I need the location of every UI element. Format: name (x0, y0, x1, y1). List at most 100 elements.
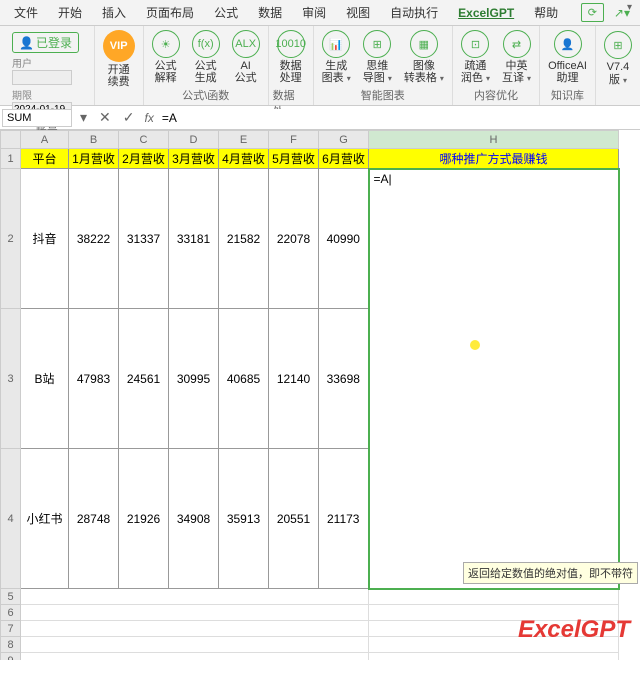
menu-auto[interactable]: 自动执行 (380, 0, 448, 25)
spreadsheet[interactable]: A B C D E F G H 1 平台 1月营收 2月营收 3月营收 4月营收… (0, 130, 640, 660)
row-9[interactable]: 9 (1, 653, 21, 661)
row-2[interactable]: 2 (1, 169, 21, 309)
cell[interactable]: 22078 (269, 169, 319, 309)
cell[interactable] (369, 589, 619, 605)
cancel-button[interactable]: ✕ (93, 109, 117, 126)
cell[interactable]: 34908 (169, 449, 219, 589)
row-5[interactable]: 5 (1, 589, 21, 605)
menu-home[interactable]: 开始 (48, 0, 92, 25)
share-icon: ↗ (614, 6, 624, 20)
ribbon-button[interactable]: ▦图像 转表格 ▾ (400, 28, 448, 86)
active-cell[interactable]: =A| (369, 169, 619, 589)
col-H[interactable]: H (369, 131, 619, 149)
cell[interactable]: B站 (21, 309, 69, 449)
menu-formula[interactable]: 公式 (204, 0, 248, 25)
cell[interactable]: 35913 (219, 449, 269, 589)
menu-bar: 文件 开始 插入 页面布局 公式 数据 审阅 视图 自动执行 ExcelGPT … (0, 0, 640, 26)
col-G[interactable]: G (319, 131, 369, 149)
col-E[interactable]: E (219, 131, 269, 149)
cell[interactable]: 21926 (119, 449, 169, 589)
cell[interactable]: 30995 (169, 309, 219, 449)
row-6[interactable]: 6 (1, 605, 21, 621)
menu-data[interactable]: 数据 (248, 0, 292, 25)
user-input[interactable] (12, 70, 72, 85)
cell[interactable]: 21582 (219, 169, 269, 309)
col-C[interactable]: C (119, 131, 169, 149)
cell[interactable]: 21173 (319, 449, 369, 589)
ribbon-button[interactable]: ⊞V7.4 版 ▾ (600, 29, 636, 87)
user-label: 用户 (12, 59, 32, 70)
cell[interactable]: 31337 (119, 169, 169, 309)
cell[interactable]: 33698 (319, 309, 369, 449)
row-4[interactable]: 4 (1, 449, 21, 589)
col-A[interactable]: A (21, 131, 69, 149)
menu-insert[interactable]: 插入 (92, 0, 136, 25)
cell[interactable]: 28748 (69, 449, 119, 589)
ribbon-button[interactable]: 10010数据 处理 (273, 28, 309, 86)
corner-cell[interactable] (1, 131, 21, 149)
cell[interactable]: 40990 (319, 169, 369, 309)
row-3[interactable]: 3 (1, 309, 21, 449)
ribbon-icon: ⇄ (503, 30, 531, 58)
menu-help[interactable]: 帮助 (524, 0, 568, 25)
name-box[interactable] (2, 109, 72, 127)
ribbon-button[interactable]: ☀公式 解释 (148, 28, 184, 86)
menu-review[interactable]: 审阅 (292, 0, 336, 25)
ribbon-icon: ⊞ (363, 30, 391, 58)
col-D[interactable]: D (169, 131, 219, 149)
group-smart: 智能图表 (361, 86, 405, 104)
row-7[interactable]: 7 (1, 621, 21, 637)
cell[interactable]: 4月营收 (219, 149, 269, 169)
ribbon-button[interactable]: 📊生成 图表 ▾ (318, 28, 355, 86)
group-know: 知识库 (551, 86, 584, 104)
login-status[interactable]: 👤已登录 (12, 32, 79, 53)
ribbon-icon: ▦ (410, 30, 438, 58)
col-F[interactable]: F (269, 131, 319, 149)
cell[interactable]: 5月营收 (269, 149, 319, 169)
cell[interactable]: 哪种推广方式最赚钱 (369, 149, 619, 169)
vip-icon: VIP (103, 30, 135, 62)
cell[interactable]: 平台 (21, 149, 69, 169)
cell[interactable]: 38222 (69, 169, 119, 309)
ribbon-icon: f(x) (192, 30, 220, 58)
menu-layout[interactable]: 页面布局 (136, 0, 204, 25)
cell[interactable]: 6月营收 (319, 149, 369, 169)
cell[interactable] (21, 589, 369, 605)
refresh-button[interactable]: ⟳ (581, 3, 604, 22)
menu-view[interactable]: 视图 (336, 0, 380, 25)
cell[interactable] (21, 605, 369, 621)
row-1[interactable]: 1 (1, 149, 21, 169)
ribbon-button[interactable]: 👤OfficeAI 助理 (544, 28, 591, 86)
menu-excelgpt[interactable]: ExcelGPT (448, 2, 524, 24)
cell[interactable]: 2月营收 (119, 149, 169, 169)
ribbon-button[interactable]: ⇄中英 互译 ▾ (498, 28, 535, 86)
row-8[interactable]: 8 (1, 637, 21, 653)
cursor-icon (470, 340, 480, 350)
cell[interactable] (21, 621, 369, 637)
formula-input[interactable] (158, 109, 640, 127)
cell[interactable]: 47983 (69, 309, 119, 449)
cell[interactable]: 3月营收 (169, 149, 219, 169)
ribbon-button[interactable]: ⊡疏通 润色 ▾ (457, 28, 494, 86)
cell[interactable]: 12140 (269, 309, 319, 449)
ribbon-button[interactable]: f(x)公式 生成 (188, 28, 224, 86)
menu-file[interactable]: 文件 (4, 0, 48, 25)
cell[interactable]: 24561 (119, 309, 169, 449)
cell[interactable] (369, 653, 619, 661)
fx-icon[interactable]: fx (141, 111, 158, 125)
cell[interactable] (21, 637, 369, 653)
cell[interactable]: 小红书 (21, 449, 69, 589)
col-B[interactable]: B (69, 131, 119, 149)
ribbon-button[interactable]: ALXAI 公式 (228, 28, 264, 86)
cell[interactable]: 40685 (219, 309, 269, 449)
ribbon-button[interactable]: ⊞思维 导图 ▾ (359, 28, 396, 86)
confirm-button[interactable]: ✓ (117, 109, 141, 126)
formula-expand[interactable]: ▾ (627, 2, 632, 13)
cell[interactable] (21, 653, 369, 661)
cell[interactable]: 1月营收 (69, 149, 119, 169)
cell[interactable]: 20551 (269, 449, 319, 589)
vip-button[interactable]: VIP 开通 续费 (99, 28, 139, 90)
cell[interactable]: 抖音 (21, 169, 69, 309)
cell[interactable]: 33181 (169, 169, 219, 309)
namebox-dropdown[interactable]: ▾ (74, 109, 93, 126)
